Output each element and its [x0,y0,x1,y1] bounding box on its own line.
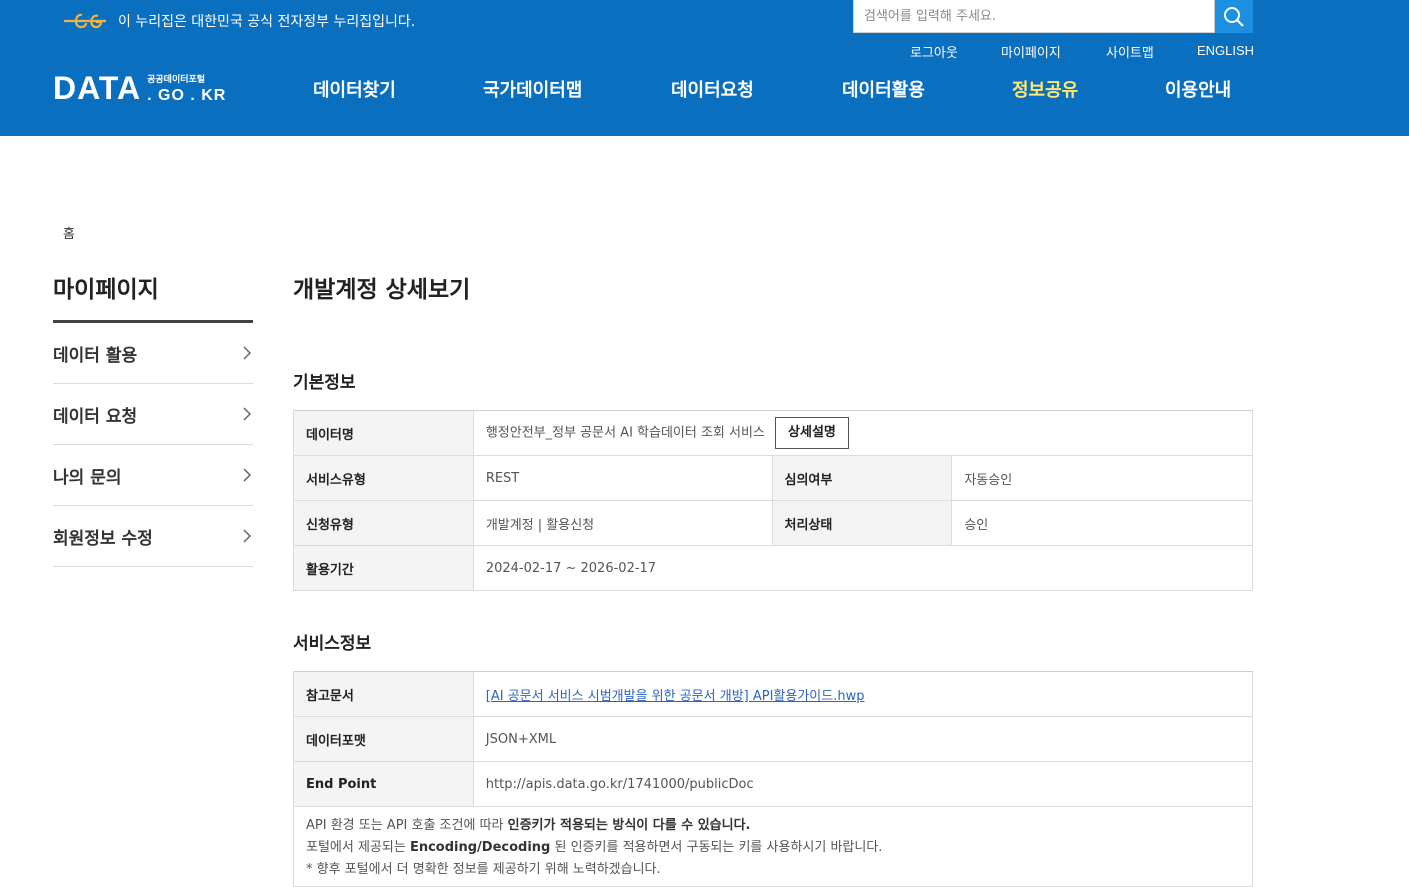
period-label: 활용기간 [293,545,474,591]
breadcrumb: 홈 [63,223,75,242]
logout-link[interactable]: 로그아웃 [910,42,958,61]
notice-line-2-bold: Encoding/Decoding [409,840,551,855]
period-value: 2024-02-17 ~ 2026-02-17 [473,545,1254,591]
site-header: 이 누리집은 대한민국 공식 전자정부 누리집입니다. 로그아웃 마이페이지 사… [0,0,1409,136]
gov-notice-text: 이 누리집은 대한민국 공식 전자정부 누리집입니다. [118,14,416,30]
chevron-right-icon [243,407,252,421]
breadcrumb-home[interactable]: 홈 [63,227,75,242]
lnb-item-label: 나의 문의 [53,467,122,488]
endpoint-value: http://apis.data.go.kr/1741000/publicDoc [473,761,1254,807]
search-icon [1224,6,1244,27]
table-row: 데이터명 행정안전부_정부 공문서 AI 학습데이터 조회 서비스 상세설명 [293,410,1254,456]
apply-type-label: 신청유형 [293,500,474,546]
data-format-value: JSON+XML [473,716,1254,762]
table-row: 참고문서 [AI 공문서 서비스 시범개발을 위한 공문서 개방] API활용가… [293,671,1254,717]
notice-line-2-plain-b: 된 인증키를 적용하면서 구동되는 키를 사용하시기 바랍니다. [550,840,883,855]
data-format-label: 데이터포맷 [293,716,474,762]
gnb-data-use[interactable]: 데이터활용 [842,76,925,102]
apply-type-value: 개발계정 | 활용신청 [473,500,773,546]
lnb-menu: 데이터 활용 데이터 요청 나의 문의 회원정보 수정 [53,323,253,567]
gov-notice: 이 누리집은 대한민국 공식 전자정부 누리집입니다. [62,10,415,32]
notice-line-3: * 향후 포털에서 더 명확한 정보를 제공하기 위해 노력하겠습니다. [306,862,661,877]
lnb-item-label: 데이터 활용 [53,345,138,366]
review-label: 심의여부 [771,455,953,501]
lnb-item-label: 데이터 요청 [53,406,138,427]
table-row: 데이터포맷 JSON+XML [293,716,1254,762]
notice-line-2: 포털에서 제공되는 Encoding/Decoding 된 인증키를 적용하면서… [306,837,1240,859]
notice-line-1-bold: 인증키가 적용되는 방식이 다를 수 있습니다. [507,818,751,833]
lnb-item-my-inquiry[interactable]: 나의 문의 [53,445,253,506]
data-name-label: 데이터명 [293,410,474,456]
gnb-guide[interactable]: 이용안내 [1165,76,1231,102]
service-info-table: 참고문서 [AI 공문서 서비스 시범개발을 위한 공문서 개방] API활용가… [293,671,1254,807]
mypage-link[interactable]: 마이페이지 [1001,42,1061,61]
search-box [853,0,1215,33]
search-button[interactable] [1215,0,1253,33]
logo-domain-text: . GO . KR [147,87,227,104]
data-name-cell: 행정안전부_정부 공문서 AI 학습데이터 조회 서비스 상세설명 [473,410,1254,456]
logo-sub: 공공데이터포털 . GO . KR [147,76,226,104]
chevron-right-icon [243,346,252,360]
section-title-basic: 기본정보 [293,373,356,393]
logo-portal-text: 공공데이터포털 [147,75,206,85]
notice-line-2-plain-a: 포털에서 제공되는 [306,840,410,855]
status-label: 처리상태 [771,500,953,546]
notice-line-1: API 환경 또는 API 호출 조건에 따라 인증키가 적용되는 방식이 다를… [306,815,1240,837]
table-row: 활용기간 2024-02-17 ~ 2026-02-17 [293,545,1254,591]
table-row: End Point http://apis.data.go.kr/1741000… [293,761,1254,807]
reference-doc-cell: [AI 공문서 서비스 시범개발을 위한 공문서 개방] API활용가이드.hw… [473,671,1254,717]
service-type-label: 서비스유형 [293,455,474,501]
chevron-right-icon [243,529,252,543]
search-input[interactable] [854,0,1214,32]
chevron-right-icon [243,468,252,482]
gnb-data-request[interactable]: 데이터요청 [671,76,754,102]
section-title-service: 서비스정보 [293,634,372,654]
review-value: 자동승인 [951,455,1253,501]
logo-data-text: DATA [53,70,142,106]
lnb-item-label: 회원정보 수정 [53,528,153,549]
lnb-item-edit-profile[interactable]: 회원정보 수정 [53,506,253,567]
reference-doc-label: 참고문서 [293,671,474,717]
lnb-item-data-request[interactable]: 데이터 요청 [53,384,253,445]
english-link[interactable]: ENGLISH [1197,43,1254,58]
auth-key-notice: API 환경 또는 API 호출 조건에 따라 인증키가 적용되는 방식이 다를… [293,806,1253,887]
lnb-item-data-use[interactable]: 데이터 활용 [53,323,253,384]
notice-line-1-plain: API 환경 또는 API 호출 조건에 따라 [306,818,508,833]
basic-info-table: 데이터명 행정안전부_정부 공문서 AI 학습데이터 조회 서비스 상세설명 서… [293,410,1254,591]
table-row: 신청유형 개발계정 | 활용신청 처리상태 승인 [293,500,1253,546]
page-title: 개발계정 상세보기 [293,277,471,303]
table-row: 서비스유형 REST 심의여부 자동승인 [293,455,1253,501]
gnb-data-search[interactable]: 데이터찾기 [313,76,396,102]
egov-logo-icon [64,13,106,29]
status-value: 승인 [951,500,1253,546]
service-type-value: REST [473,455,773,501]
gnb-info-share[interactable]: 정보공유 [1012,76,1078,102]
sitemap-link[interactable]: 사이트맵 [1106,42,1154,61]
reference-doc-link[interactable]: [AI 공문서 서비스 시범개발을 위한 공문서 개방] API활용가이드.hw… [486,689,865,704]
endpoint-label: End Point [293,761,474,807]
detail-description-button[interactable]: 상세설명 [775,417,849,449]
data-name-value: 행정안전부_정부 공문서 AI 학습데이터 조회 서비스 [485,425,765,441]
lnb-title: 마이페이지 [53,277,159,303]
gnb-national-data-map[interactable]: 국가데이터맵 [483,76,582,102]
site-logo[interactable]: DATA 공공데이터포털 . GO . KR [53,72,226,104]
